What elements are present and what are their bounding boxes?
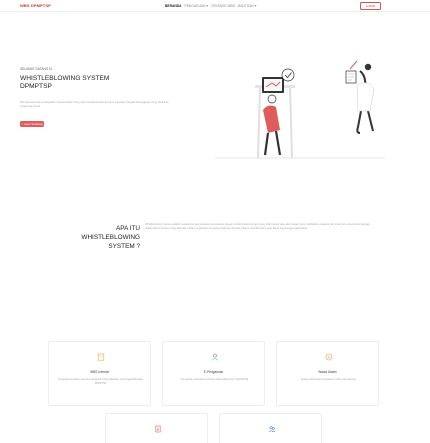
report-now-button[interactable]: ✓ Lapor Sekarang [20,121,44,127]
login-button[interactable]: LOGIN [360,2,381,10]
card-description: Pengaduan tindakan internal pelanggaran … [58,378,143,385]
top-navbar: WBS DPMPTSP BERANDA PENGADUAN ▾ TENTANG … [0,0,430,12]
about-description: Whistleblowing System adalah mekanisme p… [145,223,370,230]
building-icon [96,352,105,361]
nav-beranda[interactable]: BERANDA [165,4,182,8]
card-title: WBS Internal [90,370,109,374]
card-description: layanan WhatsApp Pengaduan Online Jati S… [300,378,357,381]
about-title-line1: APA ITU [115,225,140,232]
card-title: Wadul Aladin [318,370,337,374]
hero-title: WHISTLEBLOWING SYSTEM DPMPTSP [20,75,170,91]
document-icon [153,424,162,433]
card-document[interactable] [105,413,208,443]
hero-greeting: SELAMAT DATANG DI [20,67,53,71]
about-title-line3: SYSTEM ? [108,243,140,250]
nav-tentang-wbs[interactable]: TENTANG WBS [211,4,235,8]
brand-logo[interactable]: WBS DPMPTSP [20,3,51,8]
hero-description: Mari Bersama-Sama Wujudkan Pemerintahan … [20,101,169,108]
card-title: E-Pengaduan [203,370,224,374]
users-icon [267,424,276,433]
hero-title-line2: DPMPTSP [20,83,52,90]
whatsapp-icon [324,352,333,361]
card-users[interactable] [219,413,322,443]
card-e-pengaduan[interactable]: E-Pengaduan Pengaduan pelayanan perizina… [162,341,265,406]
about-title-line2: WHISTLEBLOWING [81,234,140,241]
main-nav: BERANDA PENGADUAN ▾ TENTANG WBS BANTUAN … [165,4,256,8]
card-description: Pengaduan pelayanan perizinan pada aplik… [180,378,249,381]
user-icon [210,352,219,361]
hero-title-line1: WHISTLEBLOWING SYSTEM [20,75,110,82]
nav-pengaduan[interactable]: PENGADUAN ▾ [185,4,208,8]
card-wbs-internal[interactable]: WBS Internal Pengaduan tindakan internal… [48,341,151,406]
card-wadul-aladin[interactable]: Wadul Aladin layanan WhatsApp Pengaduan … [276,341,379,406]
hero-illustration [215,60,385,159]
about-title: APA ITU WHISTLEBLOWING SYSTEM ? [70,224,140,251]
nav-bantuan[interactable]: BANTUAN ▾ [238,4,256,8]
